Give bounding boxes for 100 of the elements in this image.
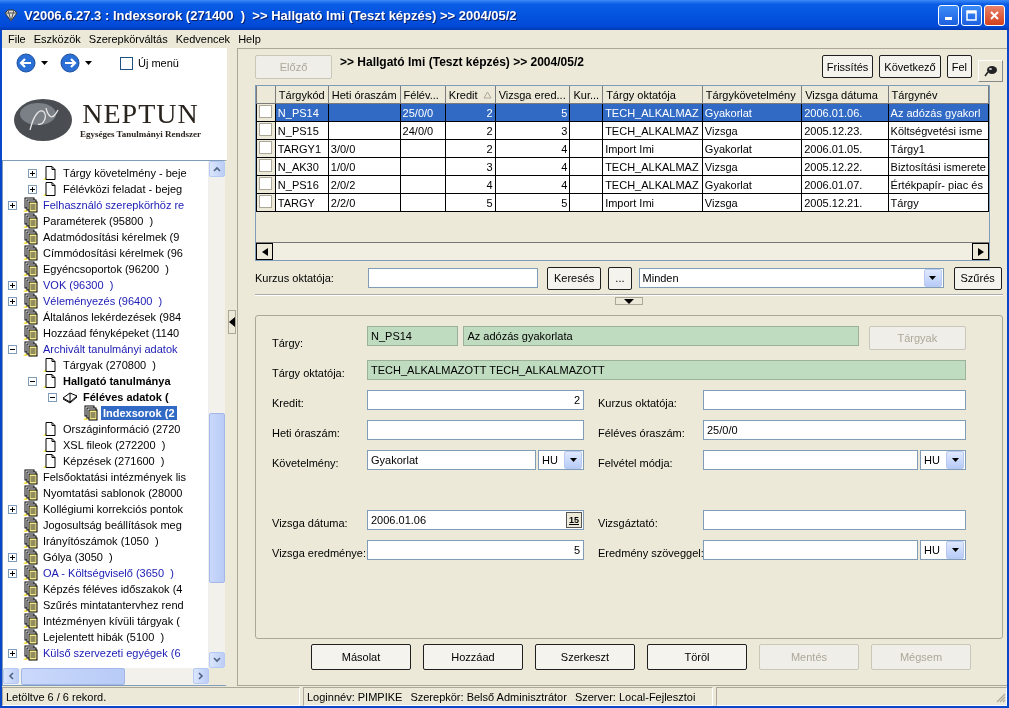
dropdown-button[interactable]	[923, 269, 942, 287]
expand-toggle-icon[interactable]	[8, 200, 17, 210]
column-header[interactable]: Kur...	[569, 86, 603, 104]
scroll-up-button[interactable]	[209, 161, 225, 177]
checkbox[interactable]	[259, 195, 273, 208]
action-button[interactable]: Szerkeszt	[535, 644, 635, 670]
language-dropdown[interactable]: HU	[538, 450, 584, 470]
tree-item[interactable]: VOK (96300 )	[41, 278, 116, 292]
expand-toggle-icon[interactable]	[8, 552, 17, 562]
tree-item[interactable]: Tárgy követelmény - beje	[61, 166, 189, 180]
language-dropdown[interactable]: HU	[920, 450, 966, 470]
language-dropdown[interactable]: HU	[920, 540, 966, 560]
tree-item[interactable]: Irányítószámok (1050 )	[41, 534, 161, 548]
column-header[interactable]: Tárgynév	[888, 86, 989, 104]
dropdown-button[interactable]	[564, 451, 582, 469]
minimize-button[interactable]	[938, 4, 959, 26]
tree-item[interactable]: Országinformáció (2720	[61, 422, 183, 436]
column-header[interactable]: Félév...	[400, 86, 446, 104]
tree-item[interactable]: Tárgyak (270800 )	[61, 358, 158, 372]
filter-button[interactable]: Szűrés	[953, 266, 1002, 290]
tree-item[interactable]: Intézményen kívüli tárgyak (	[41, 614, 182, 628]
expand-toggle-icon[interactable]	[8, 504, 17, 514]
toolbar-button[interactable]: Frissítés	[821, 55, 874, 78]
menu-item[interactable]: Kedvencek	[171, 33, 235, 45]
tree-item[interactable]: Hallgató tanulmánya	[61, 374, 173, 388]
tree-item[interactable]: Féléves adatok (	[81, 390, 171, 404]
tree-item[interactable]: Általános lekérdezések (984	[41, 310, 184, 324]
expand-toggle-icon[interactable]	[8, 648, 17, 658]
collapse-toggle-icon[interactable]	[8, 344, 17, 354]
checkbox[interactable]	[259, 123, 273, 136]
tree-item[interactable]: Gólya (3050 )	[41, 550, 115, 564]
tree-item[interactable]: Szűrés mintatantervhez rend	[41, 598, 186, 612]
number-field[interactable]: 5	[367, 540, 584, 560]
text-field[interactable]	[703, 390, 966, 410]
checkbox[interactable]	[120, 56, 133, 70]
scroll-thumb[interactable]	[21, 668, 125, 685]
column-header[interactable]: Tárgykód	[275, 86, 329, 104]
expand-button[interactable]	[615, 297, 643, 305]
menu-item[interactable]: Help	[234, 33, 265, 45]
tree-item[interactable]: XSL fileok (272200 )	[61, 438, 168, 452]
checkbox[interactable]	[259, 141, 273, 154]
calendar-button[interactable]: 15	[566, 512, 582, 528]
filter-dropdown[interactable]: Minden	[638, 268, 944, 288]
column-header[interactable]: Tárgykövetelmény	[702, 86, 802, 104]
tree-item[interactable]: Képzések (271600 )	[61, 454, 167, 468]
forward-button[interactable]	[60, 53, 92, 73]
tree-item[interactable]: Archivált tanulmányi adatok	[41, 342, 180, 356]
tree-item[interactable]: Képzés féléves időszakok (4	[41, 582, 185, 596]
expand-toggle-icon[interactable]	[8, 568, 17, 578]
text-field[interactable]	[367, 420, 584, 440]
more-button[interactable]: ...	[608, 266, 632, 290]
number-field[interactable]: 2	[367, 390, 584, 410]
scroll-right-button[interactable]	[972, 243, 989, 260]
column-header[interactable]: Kredit	[445, 86, 496, 104]
toolbar-button[interactable]	[978, 60, 1003, 82]
scroll-thumb[interactable]	[209, 413, 225, 583]
scroll-left-button[interactable]	[256, 243, 273, 260]
collapse-toggle-icon[interactable]	[28, 376, 37, 386]
vertical-scrollbar[interactable]	[208, 161, 225, 668]
menu-item[interactable]: Szerepkörváltás	[84, 33, 172, 45]
expand-toggle-icon[interactable]	[8, 296, 17, 306]
tree-item[interactable]: Véleményezés (96400 )	[41, 294, 165, 308]
checkbox[interactable]	[259, 177, 273, 190]
checkbox[interactable]	[259, 159, 273, 172]
action-button[interactable]: Töröl	[647, 644, 747, 670]
date-field[interactable]: 2006.01.06 15	[367, 510, 584, 530]
tree-item[interactable]: OA - Költségviselő (3650 )	[41, 566, 176, 580]
horizontal-scrollbar[interactable]	[3, 668, 225, 685]
column-header[interactable]: Vizsga ered...	[495, 86, 570, 104]
collapse-button[interactable]	[228, 310, 236, 334]
tree-item[interactable]: Lejelentett hibák (5100 )	[41, 630, 167, 644]
expand-toggle-icon[interactable]	[28, 168, 37, 178]
tree-item[interactable]: Hozzáad fényképeket (1140	[41, 326, 182, 340]
tree-item[interactable]: Címmódosítási kérelmek (96	[41, 246, 185, 260]
action-button[interactable]: Másolat	[311, 644, 411, 670]
column-header[interactable]: Heti óraszám	[328, 86, 401, 104]
horizontal-scrollbar[interactable]	[256, 242, 989, 260]
tree-item[interactable]: Kollégiumi korrekciós pontok	[41, 502, 185, 516]
tree-item[interactable]: Adatmódosítási kérelmek (9	[41, 230, 182, 244]
toolbar-button[interactable]: Fel	[946, 55, 972, 78]
column-header[interactable]: Vizsga dátuma	[801, 86, 889, 104]
text-field[interactable]: Gyakorlat	[367, 450, 536, 470]
menu-item[interactable]: File	[4, 33, 30, 45]
tree-item[interactable]: Indexsorok (2	[101, 406, 177, 420]
dropdown-button[interactable]	[946, 451, 964, 469]
collapse-toggle-icon[interactable]	[48, 392, 57, 402]
checkbox[interactable]	[259, 105, 273, 118]
back-button[interactable]	[16, 53, 48, 73]
text-field[interactable]	[703, 510, 966, 530]
tree-item[interactable]: Külső szervezeti egyégek (6	[41, 646, 183, 660]
tree-item[interactable]: Paraméterek (95800 )	[41, 214, 156, 228]
expand-toggle-icon[interactable]	[28, 184, 37, 194]
close-button[interactable]	[984, 4, 1005, 26]
scroll-down-button[interactable]	[209, 652, 225, 668]
toolbar-button[interactable]: Következő	[879, 55, 941, 78]
filter-field[interactable]	[368, 268, 538, 288]
text-field[interactable]	[703, 450, 918, 470]
tree-item[interactable]: Felhasználó szerepkörhöz re	[41, 198, 187, 212]
menu-item[interactable]: Eszközök	[29, 33, 85, 45]
dropdown-button[interactable]	[946, 541, 964, 559]
